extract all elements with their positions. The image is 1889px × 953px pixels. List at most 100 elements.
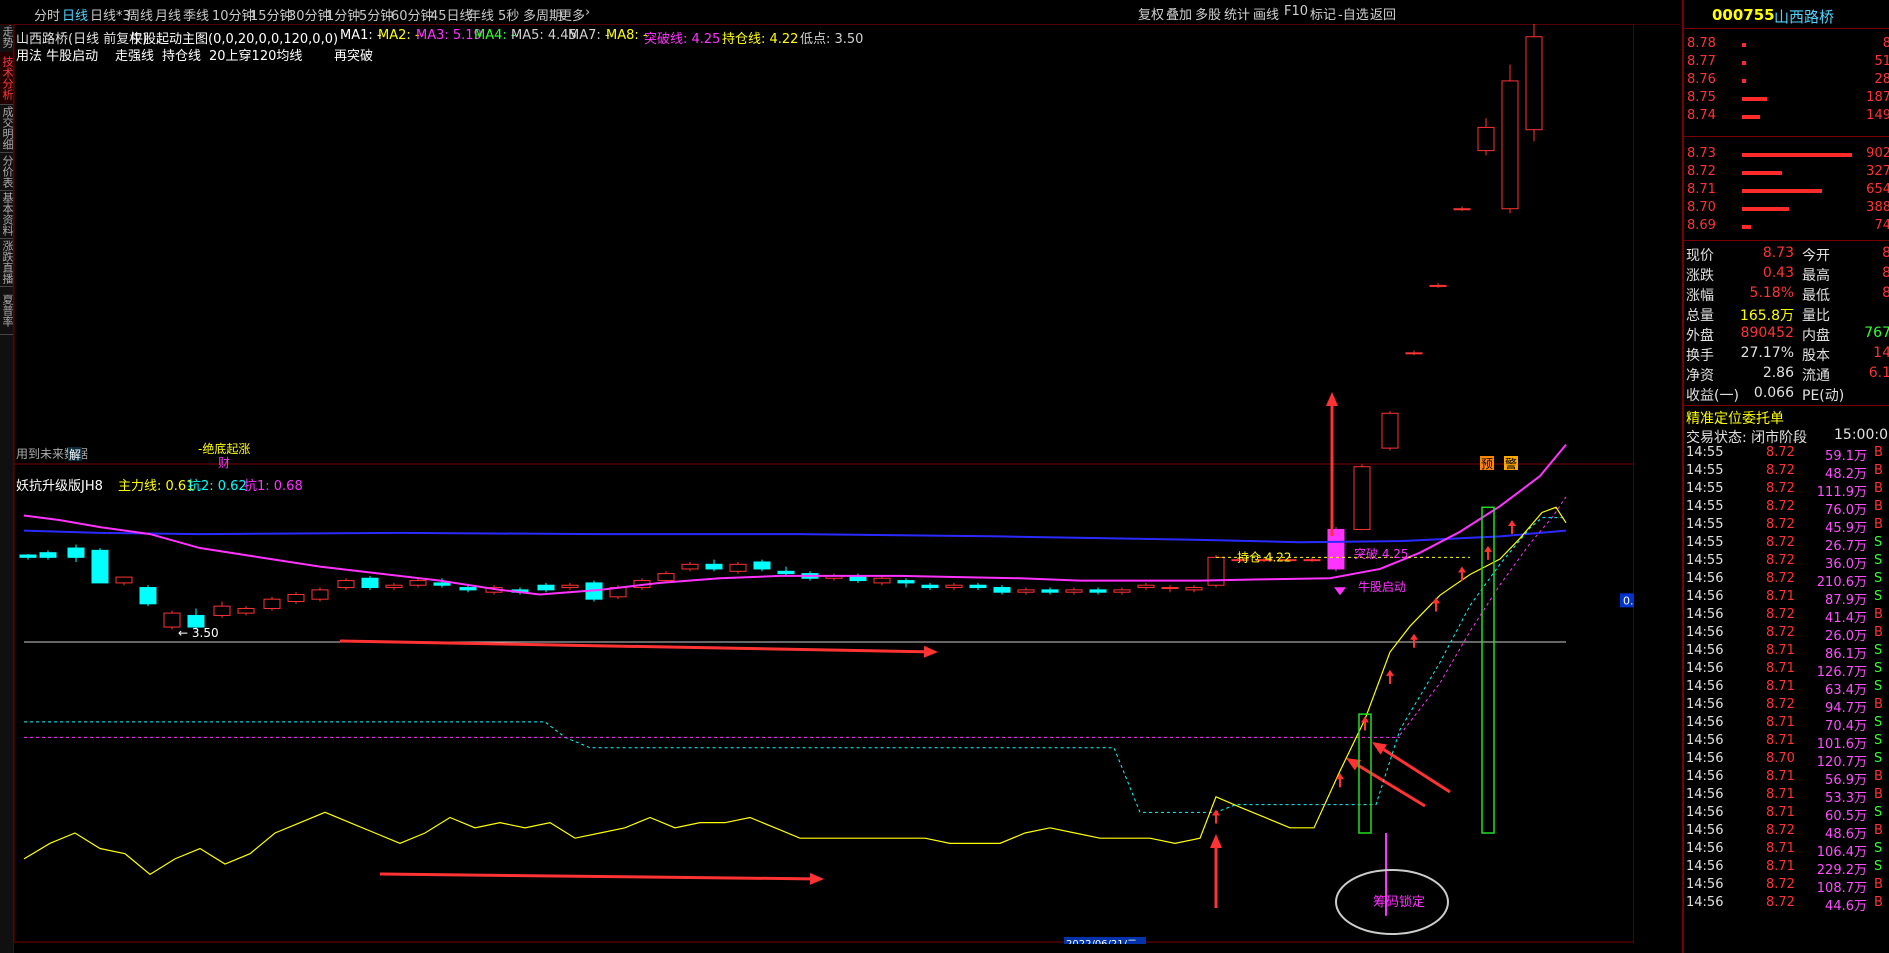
ma1-value: MA1: - (340, 28, 382, 43)
period-tab-8[interactable]: 30分钟 (288, 5, 331, 24)
ma2-value: MA2: - (378, 28, 420, 43)
tick-side: S (1874, 715, 1883, 730)
toolbar-button-5[interactable]: F10 (1284, 4, 1308, 19)
tick-volume: 60.5万 (1825, 809, 1867, 824)
candle (1161, 585, 1179, 593)
tick-side: B (1874, 625, 1883, 640)
quote-label: 外盘 (1686, 328, 1714, 344)
period-tab-1[interactable]: 日线 (62, 5, 88, 24)
tick-time: 14:56 (1686, 841, 1724, 856)
tick-price: 8.71 (1766, 643, 1795, 658)
toolbar-button-7[interactable]: -自选 (1338, 4, 1369, 23)
orderbook-volume: 187 (1866, 90, 1889, 105)
tick-time: 14:56 (1686, 625, 1724, 640)
chevron-right-icon[interactable]: › (585, 5, 590, 20)
bottom-date-label: 2022/06/21/二 (1066, 939, 1137, 944)
period-tab-15[interactable]: 多周期 (523, 5, 562, 24)
period-tab-14[interactable]: 5秒 (498, 5, 519, 24)
candle (1185, 585, 1203, 593)
tick-row: 14:56 8.72 94.7万 B (1684, 697, 1889, 716)
kang1-value: 抗1: 0.68 (244, 479, 303, 494)
quote-value-2: 8 (1882, 265, 1889, 281)
left-tab-2[interactable]: 成交明细 (0, 104, 14, 153)
quote-value: 0.43 (1762, 265, 1794, 281)
orderbook-row: 8.74 149 (1684, 108, 1889, 126)
quote-label-2: 最低 (1802, 288, 1830, 304)
period-tab-4[interactable]: 月线 (155, 5, 181, 24)
left-tab-4[interactable]: 基本资料 (0, 190, 14, 239)
toolbar-button-4[interactable]: 画线 (1253, 4, 1279, 23)
tick-price: 8.72 (1766, 463, 1795, 478)
orderbook-bar (1742, 43, 1746, 47)
quote-label: 现价 (1686, 248, 1714, 264)
quote-value-2: 767 (1864, 325, 1889, 341)
quote-row: 涨跌 0.43 最高 8 (1684, 265, 1889, 285)
tick-time: 14:55 (1686, 535, 1724, 550)
right-arrow-icon (379, 872, 824, 885)
orderbook-price: 8.70 (1687, 200, 1716, 215)
period-tab-3[interactable]: 周线 (127, 5, 153, 24)
quote-label-2: 流通 (1802, 368, 1830, 384)
period-tab-12[interactable]: 45日线 (430, 5, 473, 24)
period-tab-13[interactable]: 年线 (468, 5, 494, 24)
period-tab-10[interactable]: 5分钟 (359, 5, 393, 24)
quote-value-2: 8 (1882, 245, 1889, 261)
toolbar-button-2[interactable]: 多股 (1195, 4, 1221, 23)
candle (1381, 410, 1399, 451)
period-tab-6[interactable]: 10分钟 (212, 5, 255, 24)
toolbar-button-8[interactable]: 返回 (1370, 4, 1396, 23)
tick-volume: 41.4万 (1825, 611, 1867, 626)
tick-side: B (1874, 769, 1883, 784)
period-tab-5[interactable]: 季线 (183, 5, 209, 24)
toolbar-button-3[interactable]: 统计 (1224, 4, 1250, 23)
orderbook-volume: 149 (1866, 108, 1889, 123)
candle (777, 566, 795, 576)
period-tab-11[interactable]: 60分钟 (391, 5, 434, 24)
tick-time: 14:56 (1686, 895, 1724, 910)
tick-price: 8.72 (1766, 553, 1795, 568)
period-tab-0[interactable]: 分时 (34, 5, 60, 24)
tick-price: 8.71 (1766, 769, 1795, 784)
candle (705, 559, 723, 572)
period-tab-16[interactable]: 更多 (559, 5, 585, 24)
ma7-value: MA7: - (568, 28, 610, 43)
toolbar-button-0[interactable]: 复权 (1138, 4, 1164, 23)
tick-side: B (1874, 823, 1883, 838)
period-tab-7[interactable]: 15分钟 (250, 5, 293, 24)
left-tab-5[interactable]: 涨跌直播 (0, 238, 14, 287)
left-tab-1[interactable]: 技术分析 (0, 52, 14, 105)
tick-side: B (1874, 697, 1883, 712)
tick-price: 8.72 (1766, 481, 1795, 496)
period-tab-2[interactable]: 日线*3 (90, 5, 131, 24)
left-tab-6[interactable]: 夏普率 (0, 286, 14, 335)
tick-volume: 44.6万 (1825, 899, 1867, 914)
candle (337, 578, 355, 590)
ma-purple-line (23, 443, 1567, 596)
toolbar-button-6[interactable]: 标记 (1310, 4, 1336, 23)
orderbook-row: 8.75 187 (1684, 90, 1889, 108)
tick-price: 8.72 (1766, 697, 1795, 712)
period-tab-9[interactable]: 1分钟 (326, 5, 360, 24)
tick-time: 14:55 (1686, 463, 1724, 478)
tick-list[interactable]: 14:55 8.72 59.1万 B 14:55 8.72 48.2万 B 14:55 8.72 1… (1684, 445, 1889, 953)
toolbar-button-1[interactable]: 叠加 (1166, 4, 1192, 23)
candle (1137, 582, 1155, 590)
tick-price: 8.72 (1766, 535, 1795, 550)
candle (361, 575, 379, 590)
small-red-arrow-icon (1432, 597, 1440, 612)
candle (1089, 587, 1107, 595)
sub-indicator-name[interactable]: 妖抗升级版JH8 (16, 475, 103, 494)
tick-time: 14:55 (1686, 481, 1724, 496)
tick-row: 14:55 8.72 76.0万 B (1684, 499, 1889, 518)
left-tab-3[interactable]: 分价表 (0, 152, 14, 191)
niugu-label: 牛股启动 (1358, 579, 1406, 594)
orderbook-row: 8.71 654 (1684, 182, 1889, 200)
quote-value: 2.86 (1762, 365, 1794, 381)
candle (537, 582, 555, 593)
tick-time: 14:56 (1686, 679, 1724, 694)
tick-row: 14:55 8.72 59.1万 B (1684, 445, 1889, 464)
order-book: 8.78 8 8.77 51 8.76 28 8.75 187 8.74 149 8.73 902 8.… (1684, 36, 1889, 236)
orderbook-price: 8.76 (1687, 72, 1716, 87)
tick-side: B (1874, 877, 1883, 892)
candle (67, 544, 85, 562)
